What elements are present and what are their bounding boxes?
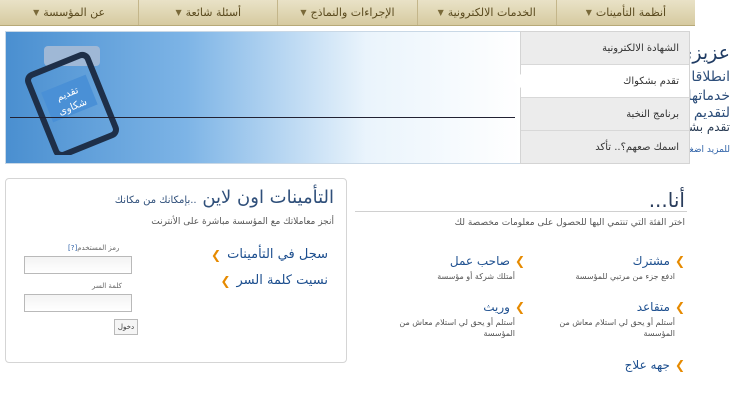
forgot-password-link[interactable]: نسيت كلمة السر ❯ <box>220 273 328 288</box>
chevron-left-icon: ❯ <box>514 254 525 268</box>
banner-divider <box>10 117 515 118</box>
iam-description: اختر الفئة التي تنتمي اليها للحصول على م… <box>454 218 685 228</box>
category-description: ادفع جزء من مرتبي للمؤسسة <box>575 272 675 281</box>
register-link-text: سجل في التأمينات <box>227 247 328 262</box>
login-title: التأمينات اون لاين ..بإمكانك من مكانك <box>115 187 334 208</box>
side-item-elite-program[interactable]: برنامج النخبة <box>521 98 689 131</box>
nav-label: عن المؤسسة <box>43 6 106 19</box>
chevron-left-icon: ❯ <box>674 358 685 372</box>
category-title: مشترك <box>632 254 670 268</box>
chevron-left-icon: ❯ <box>514 300 525 314</box>
iam-title: أنا... <box>648 188 685 212</box>
nav-item-insurance-systems[interactable]: أنظمة التأمينات ▼ <box>555 0 695 25</box>
nav-label: الخدمات الالكترونية <box>447 6 536 19</box>
category-treatment-provider[interactable]: ❯ جهه علاج <box>535 358 685 372</box>
username-input[interactable] <box>24 256 132 274</box>
category-description: أمتلك شركة أو مؤسسة <box>437 272 515 281</box>
category-description: أستلم أو يحق لي استلام معاش من المؤسسة <box>559 318 675 338</box>
category-title: وريث <box>483 300 510 314</box>
category-subscriber[interactable]: ❯ مشترك ادفع جزء من مرتبي للمؤسسة <box>535 254 685 282</box>
nav-label: أسئلة شائعة <box>185 6 242 19</box>
nav-item-faq[interactable]: أسئلة شائعة ▼ <box>138 0 277 25</box>
password-input[interactable] <box>24 294 132 312</box>
nav-item-about[interactable]: عن المؤسسة ▼ <box>0 0 138 25</box>
chevron-down-icon: ▼ <box>175 8 182 17</box>
chevron-left-icon: ❯ <box>674 300 685 314</box>
nav-item-e-services[interactable]: الخدمات الالكترونية ▼ <box>416 0 556 25</box>
login-title-text: التأمينات اون لاين <box>202 187 334 208</box>
password-label: كلمة السر <box>92 282 122 290</box>
chevron-down-icon: ▼ <box>33 8 40 17</box>
category-title: صاحب عمل <box>449 254 510 268</box>
login-description: أنجز معاملاتك مع المؤسسة مباشرة على الأن… <box>151 217 334 227</box>
login-title-suffix: ..بإمكانك من مكانك <box>114 195 197 206</box>
nav-item-procedures-forms[interactable]: الإجراءات والنماذج ▼ <box>277 0 416 25</box>
chevron-left-icon: ❯ <box>220 273 231 288</box>
clipboard-icon: تقديم شكاوى <box>25 46 119 155</box>
chevron-down-icon: ▼ <box>300 8 307 17</box>
help-icon[interactable]: [?] <box>68 244 77 252</box>
chevron-down-icon: ▼ <box>437 8 444 17</box>
chevron-down-icon: ▼ <box>585 8 592 17</box>
chevron-left-icon: ❯ <box>674 254 685 268</box>
top-navigation: أنظمة التأمينات ▼ الخدمات الالكترونية ▼ ال… <box>0 0 695 26</box>
chevron-left-icon: ❯ <box>211 247 222 262</box>
category-title: جهه علاج <box>624 358 670 372</box>
category-title: متقاعد <box>636 300 670 314</box>
iam-divider <box>355 211 687 212</box>
category-employer[interactable]: ❯ صاحب عمل أمتلك شركة أو مؤسسة <box>405 254 525 282</box>
online-login-panel: التأمينات اون لاين ..بإمكانك من مكانك أن… <box>5 178 347 363</box>
category-retiree[interactable]: ❯ متقاعد أستلم أو يحق لي استلام معاش من ا… <box>535 300 685 339</box>
side-item-check-name[interactable]: اسمك صعهم؟.. تأكد <box>521 131 689 163</box>
side-item-e-certificate[interactable]: الشهادة الالكترونية <box>521 32 689 65</box>
side-menu: الشهادة الالكترونية تقدم بشكواك برنامج ا… <box>513 31 690 164</box>
nav-label: أنظمة التأمينات <box>595 6 667 19</box>
side-item-submit-complaint[interactable]: تقدم بشكواك <box>513 65 689 98</box>
username-label: رمز المستخدم[?] <box>68 244 119 252</box>
username-label-text: رمز المستخدم <box>77 244 120 252</box>
login-button[interactable]: دخول <box>114 319 138 335</box>
category-description: أستلم أو يحق لي استلام معاش من المؤسسة <box>399 318 515 338</box>
category-heir[interactable]: ❯ وريث أستلم أو يحق لي استلام معاش من الم… <box>375 300 525 339</box>
register-link[interactable]: سجل في التأمينات ❯ <box>211 247 328 262</box>
forgot-link-text: نسيت كلمة السر <box>236 273 329 288</box>
nav-label: الإجراءات والنماذج <box>310 6 395 19</box>
